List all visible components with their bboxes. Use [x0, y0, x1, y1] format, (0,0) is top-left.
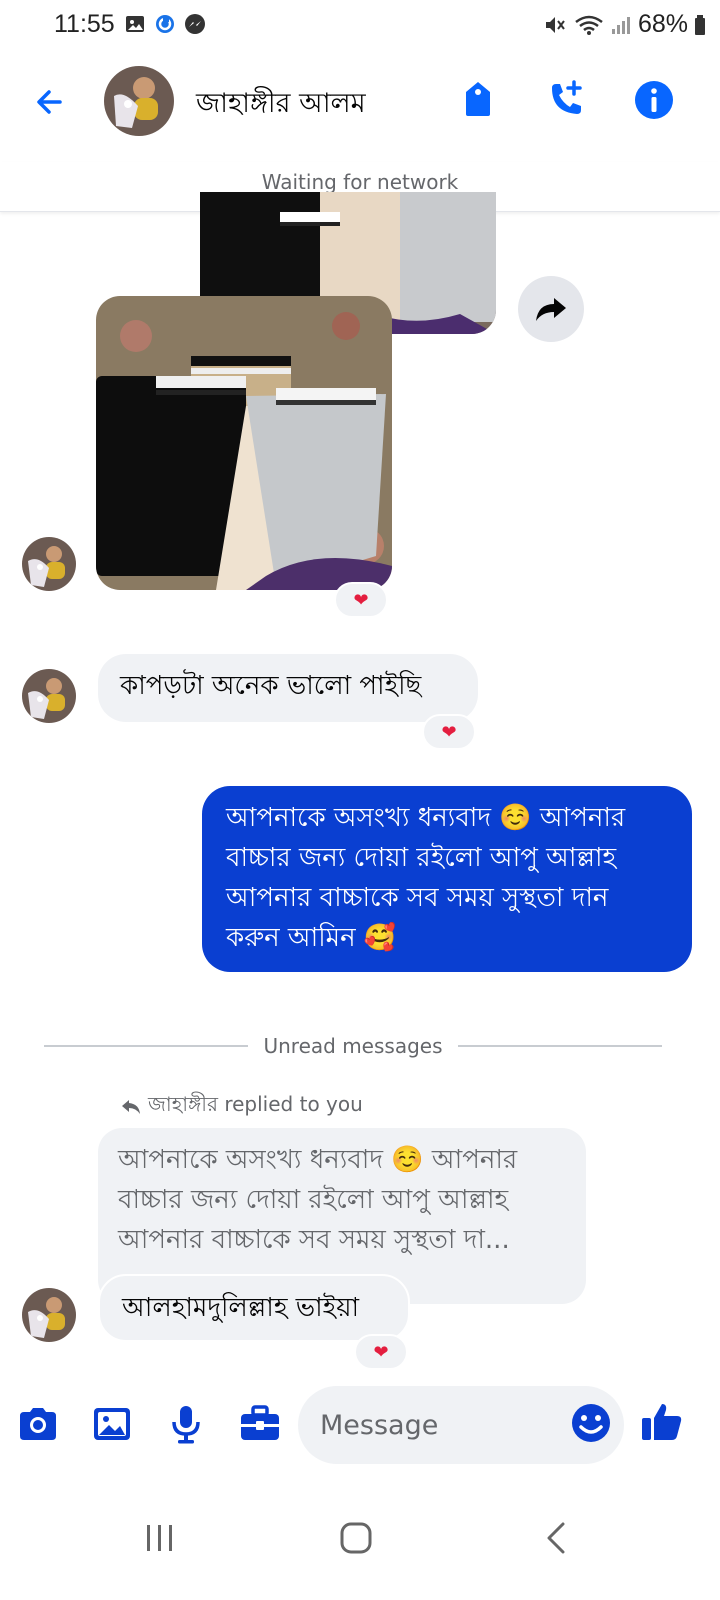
- photo-attachment[interactable]: [96, 296, 392, 590]
- notification-icons: [124, 13, 206, 35]
- outgoing-message[interactable]: আপনাকে অসংখ্য ধন্যবাদ ☺️ আপনার বাচ্চার জ…: [202, 786, 692, 972]
- home-icon: [340, 1522, 372, 1554]
- contact-name[interactable]: জাহাঙ্গীর আলম: [196, 83, 366, 128]
- status-bar: 11:55 68%: [0, 0, 720, 50]
- chat-header: জাহাঙ্গীর আলম: [0, 58, 720, 148]
- status-right: 68%: [544, 10, 706, 39]
- heart-reaction[interactable]: ❤: [334, 582, 388, 618]
- recent-apps-icon: [147, 1525, 172, 1551]
- battery-percent: 68%: [637, 10, 688, 38]
- gallery-notification-icon: [126, 16, 144, 32]
- incoming-message[interactable]: কাপড়টা অনেক ভালো পাইছি: [98, 654, 478, 722]
- thumbs-up-icon[interactable]: [640, 1400, 684, 1444]
- signal-icon: [611, 16, 630, 34]
- sender-avatar[interactable]: [22, 669, 76, 723]
- system-nav-bar: [0, 1488, 720, 1600]
- mute-icon: [545, 16, 565, 33]
- composer-bar: [0, 1380, 720, 1472]
- gallery-icon[interactable]: [90, 1402, 134, 1446]
- battery-icon: [695, 14, 705, 35]
- contact-avatar[interactable]: [104, 66, 174, 136]
- tag-icon[interactable]: [456, 78, 500, 122]
- home-button[interactable]: [326, 1508, 386, 1568]
- microphone-icon[interactable]: [164, 1402, 208, 1446]
- sync-notification-icon: [156, 15, 174, 33]
- back-arrow-icon[interactable]: [30, 80, 74, 124]
- reply-label-text: জাহাঙ্গীর replied to you: [148, 1092, 363, 1116]
- reply-arrow-icon: [122, 1099, 140, 1114]
- sender-avatar[interactable]: [22, 537, 76, 591]
- incoming-message[interactable]: আলহামদুলিল্লাহ ভাইয়া: [98, 1274, 410, 1342]
- wifi-icon: [575, 15, 603, 35]
- sender-avatar[interactable]: [22, 1288, 76, 1342]
- heart-reaction[interactable]: ❤: [422, 714, 476, 750]
- reply-label: জাহাঙ্গীর replied to you: [120, 1090, 363, 1123]
- emoji-icon[interactable]: [570, 1402, 612, 1444]
- messenger-notification-icon: [185, 14, 205, 34]
- camera-icon[interactable]: [16, 1402, 60, 1446]
- divider-line: [458, 1045, 662, 1047]
- forward-button[interactable]: [518, 276, 584, 342]
- heart-reaction[interactable]: ❤: [354, 1334, 408, 1370]
- unread-divider: Unread messages: [44, 1034, 662, 1058]
- back-nav-icon: [547, 1522, 565, 1554]
- status-time: 11:55: [54, 10, 115, 38]
- forward-icon: [536, 298, 566, 321]
- info-icon[interactable]: [632, 78, 676, 122]
- recent-apps-button[interactable]: [130, 1508, 190, 1568]
- briefcase-icon[interactable]: [238, 1402, 282, 1446]
- back-button[interactable]: [526, 1508, 586, 1568]
- add-call-icon[interactable]: [544, 78, 588, 122]
